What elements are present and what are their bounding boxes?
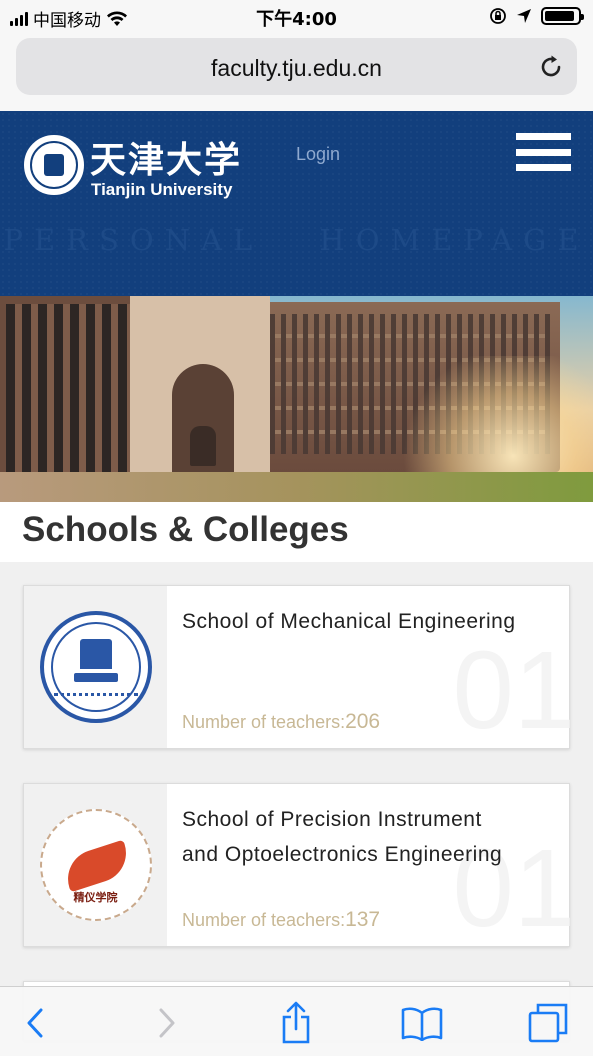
orientation-lock-icon <box>490 8 506 24</box>
share-button[interactable] <box>276 1001 316 1045</box>
back-chevron-icon <box>27 1008 43 1038</box>
back-button[interactable] <box>18 1001 52 1045</box>
university-seal-logo[interactable] <box>24 135 84 195</box>
school-name[interactable]: School of Mechanical Engineering <box>182 604 522 639</box>
tabs-button[interactable] <box>526 1001 570 1045</box>
status-right <box>489 7 584 25</box>
teacher-count-label: Number of teachers: <box>182 910 346 930</box>
left-building-windows <box>6 304 134 479</box>
location-arrow-icon <box>517 9 531 23</box>
browser-toolbar <box>0 986 593 1056</box>
precision-school-logo: 精仪学院 <box>39 809 152 921</box>
lawn <box>0 472 593 502</box>
brand-name-chinese[interactable]: 天津大学 <box>90 131 242 183</box>
archway <box>172 364 234 484</box>
logo-chinese-text: 精仪学院 <box>73 891 118 904</box>
teacher-count-value: 206 <box>345 710 381 733</box>
browser-address-area: faculty.tju.edu.cn <box>0 34 593 111</box>
section-title: Schools & Colleges <box>22 510 349 549</box>
battery-icon <box>541 7 584 25</box>
teacher-count-label: Number of teachers: <box>182 712 346 732</box>
tabs-icon <box>528 1003 568 1043</box>
logo-text-ring <box>53 693 138 703</box>
forward-button[interactable] <box>150 1001 184 1045</box>
status-bar: 中国移动 下午4:00 <box>0 0 593 34</box>
menu-bar <box>516 133 571 140</box>
teacher-count: Number of teachers:206 <box>182 710 380 734</box>
reload-icon[interactable] <box>537 53 565 81</box>
menu-bar <box>516 164 571 171</box>
school-logo-box <box>24 586 167 748</box>
campus-hero-image <box>0 296 593 502</box>
share-icon <box>282 1001 310 1044</box>
mechanical-school-logo <box>39 611 152 723</box>
logo-year-band <box>73 673 118 682</box>
teacher-count: Number of teachers:137 <box>182 908 380 932</box>
school-logo-box: 精仪学院 <box>24 784 167 946</box>
statue <box>190 426 216 466</box>
card-index-number: 01 <box>452 629 575 752</box>
school-card-mechanical[interactable]: 01 School of Mechanical Engineering Numb… <box>23 585 575 749</box>
menu-bar <box>516 148 571 156</box>
school-card-precision[interactable]: 精仪学院 01 School of Precision Instrument a… <box>23 783 575 947</box>
brand-name-english[interactable]: Tianjin University <box>91 180 232 200</box>
battery-level <box>545 11 574 21</box>
forward-chevron-icon <box>159 1008 175 1038</box>
url-text[interactable]: faculty.tju.edu.cn <box>16 55 577 82</box>
personal-homepage-banner: PERSONAL HOMEPAGE <box>3 223 590 257</box>
bookmarks-button[interactable] <box>398 1001 446 1045</box>
logo-red-wing <box>59 839 134 893</box>
school-name[interactable]: School of Precision Instrument and Optoe… <box>182 802 522 872</box>
hamburger-menu-icon[interactable] <box>516 133 571 171</box>
bookmarks-icon <box>401 1007 443 1041</box>
teacher-count-value: 137 <box>345 908 381 931</box>
seal-emblem <box>44 154 64 176</box>
site-header: 天津大学 Tianjin University Login PERSONAL H… <box>0 111 593 296</box>
login-link[interactable]: Login <box>296 144 340 165</box>
section-header: Schools & Colleges <box>0 502 593 562</box>
address-bar[interactable]: faculty.tju.edu.cn <box>16 38 577 95</box>
logo-castle-emblem <box>79 639 112 669</box>
